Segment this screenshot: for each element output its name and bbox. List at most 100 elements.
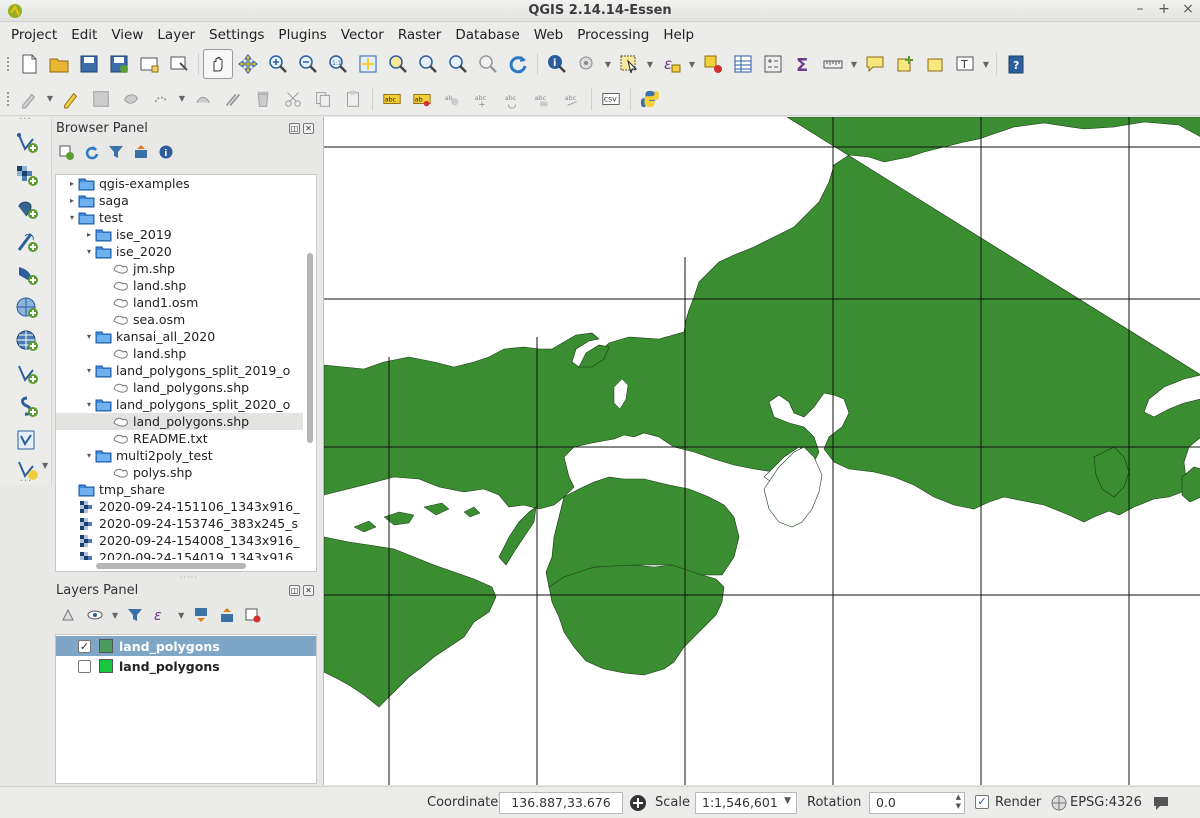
browser-item-folder[interactable]: tmp_share bbox=[56, 481, 165, 498]
rotation-spinbox[interactable]: 0.0 ▲ ▼ bbox=[869, 792, 965, 814]
toolbar-grip[interactable]: ··· bbox=[0, 115, 51, 127]
browser-panel-close-button[interactable]: ✕ bbox=[303, 123, 314, 134]
layers-panel-float-button[interactable]: ◫ bbox=[289, 585, 300, 596]
show-hide-labels-icon[interactable]: ab bbox=[437, 84, 467, 114]
expanded-arrow-icon[interactable]: ▾ bbox=[83, 366, 95, 375]
expand-all-icon[interactable] bbox=[192, 606, 210, 624]
scale-dropdown-icon[interactable]: ▼ bbox=[784, 796, 791, 806]
add-raster-layer-icon[interactable] bbox=[13, 162, 41, 190]
crs-globe-icon[interactable] bbox=[1050, 794, 1068, 812]
add-delimited-text-layer-icon[interactable] bbox=[13, 360, 41, 388]
new-shapefile-layer-icon[interactable] bbox=[13, 426, 41, 454]
save-layer-edits-icon[interactable] bbox=[86, 84, 116, 114]
node-edit-icon[interactable] bbox=[218, 84, 248, 114]
composer-manager-icon[interactable] bbox=[164, 49, 194, 79]
zoom-full-icon[interactable] bbox=[353, 49, 383, 79]
action-icon[interactable] bbox=[572, 49, 602, 79]
attribute-table-icon[interactable] bbox=[728, 49, 758, 79]
close-button[interactable]: × bbox=[1182, 1, 1194, 17]
browser-item-raster[interactable]: 2020-09-24-154008_1343x916_ bbox=[56, 532, 299, 549]
zoom-next-icon[interactable] bbox=[473, 49, 503, 79]
render-checkbox[interactable]: ✓ bbox=[975, 795, 989, 809]
text-annotation-icon[interactable]: T bbox=[950, 49, 980, 79]
zoom-in-icon[interactable] bbox=[263, 49, 293, 79]
cut-features-icon[interactable] bbox=[278, 84, 308, 114]
map-canvas[interactable] bbox=[323, 117, 1200, 785]
move-dropdown-icon[interactable]: ▼ bbox=[176, 94, 188, 103]
manage-map-themes-icon[interactable] bbox=[86, 606, 104, 624]
statistics-icon[interactable]: Σ bbox=[788, 49, 818, 79]
expanded-arrow-icon[interactable]: ▾ bbox=[83, 400, 95, 409]
menu-view[interactable]: View bbox=[104, 27, 150, 43]
browser-item-vector[interactable]: land.shp bbox=[56, 345, 186, 362]
layer-item[interactable]: ✓ land_polygons bbox=[56, 636, 316, 656]
maximize-button[interactable]: + bbox=[1158, 1, 1170, 17]
expanded-arrow-icon[interactable]: ▾ bbox=[83, 451, 95, 460]
label-properties-icon[interactable]: abc bbox=[557, 84, 587, 114]
python-console-icon[interactable] bbox=[635, 84, 665, 114]
crs-status[interactable]: EPSG:4326 bbox=[1070, 795, 1142, 810]
add-wms-layer-icon[interactable] bbox=[13, 294, 41, 322]
select-by-expression-icon[interactable]: ε bbox=[656, 49, 686, 79]
collapsed-arrow-icon[interactable]: ▸ bbox=[83, 230, 95, 239]
change-label-icon[interactable]: abc bbox=[527, 84, 557, 114]
rotation-stepper-icon[interactable]: ▲ ▼ bbox=[956, 793, 961, 811]
browser-item-raster[interactable]: 2020-09-24-153746_383x245_s bbox=[56, 515, 298, 532]
browser-item-vector[interactable]: land.shp bbox=[56, 277, 186, 294]
menu-edit[interactable]: Edit bbox=[64, 27, 104, 43]
add-virtual-layer-icon[interactable] bbox=[13, 393, 41, 421]
add-postgis-layer-icon[interactable] bbox=[13, 195, 41, 223]
select-dropdown-icon[interactable]: ▼ bbox=[644, 60, 656, 69]
save-as-icon[interactable] bbox=[104, 49, 134, 79]
menu-processing[interactable]: Processing bbox=[570, 27, 656, 43]
layer-symbol-swatch[interactable] bbox=[99, 659, 113, 673]
browser-item-raster[interactable]: 2020-09-24-151106_1343x916_ bbox=[56, 498, 299, 515]
toggle-editing-icon[interactable] bbox=[56, 84, 86, 114]
layer-symbol-swatch[interactable] bbox=[99, 639, 113, 653]
pan-map-icon[interactable] bbox=[203, 49, 233, 79]
enable-properties-icon[interactable]: i bbox=[158, 144, 174, 160]
action-dropdown-icon[interactable]: ▼ bbox=[602, 60, 614, 69]
browser-item-folder[interactable]: ▾ multi2poly_test bbox=[56, 447, 213, 464]
save-project-icon[interactable] bbox=[74, 49, 104, 79]
zoom-to-layer-icon[interactable] bbox=[413, 49, 443, 79]
browser-panel-float-button[interactable]: ◫ bbox=[289, 123, 300, 134]
browser-item-vector[interactable]: land_polygons.shp bbox=[56, 379, 249, 396]
expression-filter-dropdown-icon[interactable]: ▼ bbox=[178, 606, 184, 624]
toolbar-grip[interactable] bbox=[4, 88, 12, 110]
collapse-all-layers-icon[interactable] bbox=[218, 606, 236, 624]
refresh-browser-icon[interactable] bbox=[83, 144, 99, 160]
layer-item[interactable]: land_polygons bbox=[56, 656, 316, 676]
browser-item-folder[interactable]: ▸ qgis-examples bbox=[56, 175, 190, 192]
field-calculator-icon[interactable] bbox=[758, 49, 788, 79]
zoom-native-icon[interactable]: 1:1 bbox=[323, 49, 353, 79]
new-print-composer-icon[interactable] bbox=[134, 49, 164, 79]
add-spatialite-layer-icon[interactable] bbox=[13, 228, 41, 256]
expanded-arrow-icon[interactable]: ▾ bbox=[66, 213, 78, 222]
browser-item-folder[interactable]: ▸ ise_2019 bbox=[56, 226, 172, 243]
refresh-icon[interactable] bbox=[503, 49, 533, 79]
panel-splitter[interactable]: ····· bbox=[180, 573, 198, 582]
measure-icon[interactable] bbox=[818, 49, 848, 79]
zoom-to-selection-icon[interactable] bbox=[383, 49, 413, 79]
add-vector-layer-icon[interactable] bbox=[13, 129, 41, 157]
browser-item-vector[interactable]: jm.shp bbox=[56, 260, 175, 277]
edits-dropdown-icon[interactable]: ▼ bbox=[44, 94, 56, 103]
open-project-icon[interactable] bbox=[44, 49, 74, 79]
zoom-out-icon[interactable] bbox=[293, 49, 323, 79]
deselect-icon[interactable] bbox=[698, 49, 728, 79]
menu-layer[interactable]: Layer bbox=[150, 27, 202, 43]
themes-dropdown-icon[interactable]: ▼ bbox=[112, 606, 118, 624]
scale-combo[interactable]: 1:1,546,601 ▼ bbox=[695, 792, 797, 814]
menu-project[interactable]: Project bbox=[4, 27, 64, 43]
browser-horizontal-scrollbar[interactable] bbox=[56, 560, 316, 571]
add-wfs-layer-icon[interactable] bbox=[13, 327, 41, 355]
collapse-all-icon[interactable] bbox=[133, 144, 149, 160]
expression-dropdown-icon[interactable]: ▼ bbox=[686, 60, 698, 69]
toolbar-grip[interactable] bbox=[4, 53, 12, 75]
show-bookmarks-icon[interactable] bbox=[920, 49, 950, 79]
minimize-button[interactable]: – bbox=[1134, 1, 1146, 17]
browser-item-folder[interactable]: ▾ kansai_all_2020 bbox=[56, 328, 215, 345]
collapsed-arrow-icon[interactable]: ▸ bbox=[66, 179, 78, 188]
identify-icon[interactable]: i bbox=[542, 49, 572, 79]
